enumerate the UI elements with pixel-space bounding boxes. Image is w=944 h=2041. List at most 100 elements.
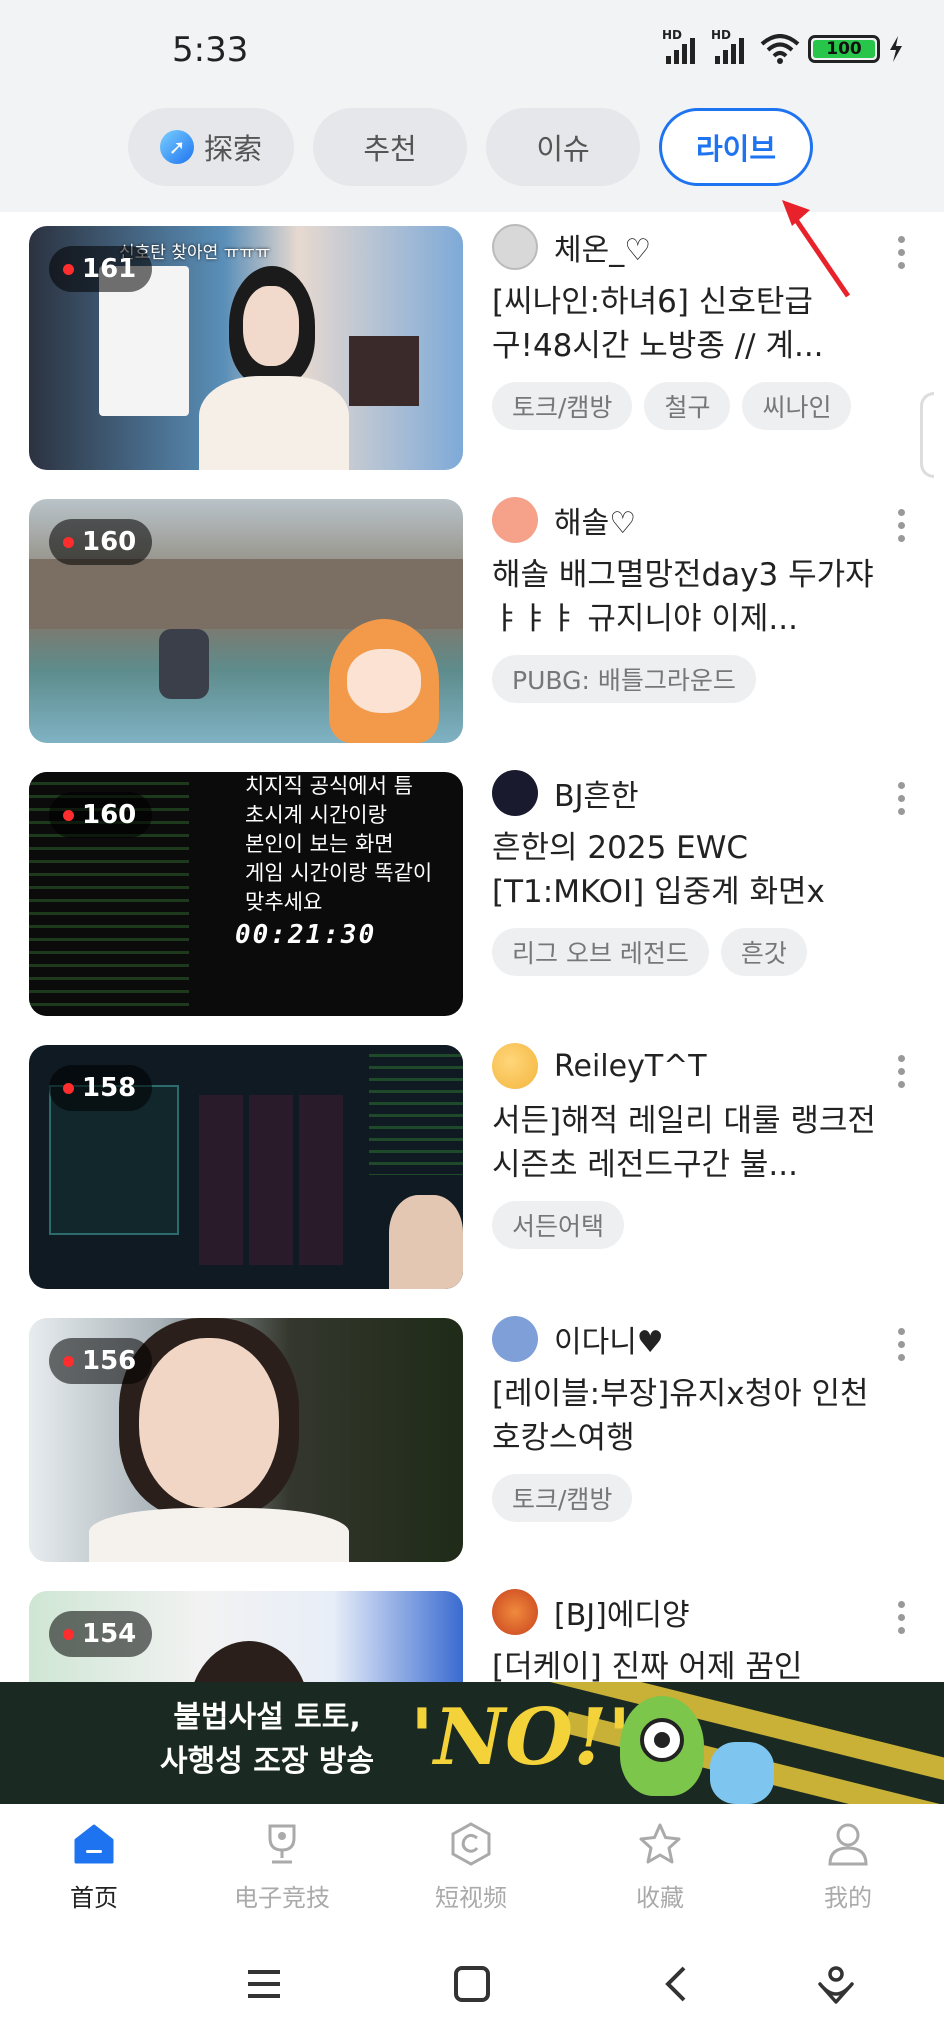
avatar[interactable] xyxy=(492,1589,538,1635)
thumb-overlay-text: 치지직 공식에서 틈 초시계 시간이랑 본인이 보는 화면 게임 시간이랑 똑같… xyxy=(245,774,433,914)
stream-title[interactable]: 해솔 배그멸망전day3 두가쟈ㅑㅑㅑ 규지니야 이제... xyxy=(492,553,892,641)
avatar[interactable] xyxy=(492,1316,538,1362)
stream-info: [BJ]에디양 [더케이] 진짜 어제 꿈인 xyxy=(492,1587,912,1682)
tag-list: PUBG: 배틀그라운드 xyxy=(492,655,912,703)
stream-title[interactable]: 흔한의 2025 EWC [T1:MKOI] 입중계 화면x xyxy=(492,826,892,914)
stream-title[interactable]: 서든]해적 레일리 대룰 랭크전 시즌초 레전드구간 불... xyxy=(492,1099,892,1187)
category-tag[interactable]: 토크/캠방 xyxy=(492,382,633,430)
bottom-nav: 首页 电子竞技 短视频 收藏 我的 xyxy=(0,1804,944,1922)
stream-card[interactable]: 치지직 공식에서 틈 초시계 시간이랑 본인이 보는 화면 게임 시간이랑 똑같… xyxy=(0,758,944,1031)
category-tag[interactable]: 토크/캠방 xyxy=(492,1474,633,1522)
live-dot-icon xyxy=(63,809,74,821)
stream-thumbnail[interactable]: 치지직 공식에서 틈 초시계 시간이랑 본인이 보는 화면 게임 시간이랑 똑같… xyxy=(29,772,463,1016)
stream-thumbnail[interactable]: 160 xyxy=(29,499,463,743)
back-icon[interactable] xyxy=(656,1962,700,2006)
tag-list: 서든어택 xyxy=(492,1201,912,1249)
stream-card[interactable]: 160 해솔♡ 해솔 배그멸망전day3 두가쟈ㅑㅑㅑ 규지니야 이제... P… xyxy=(0,485,944,758)
tab-label: 探索 xyxy=(203,132,262,166)
home-square-icon[interactable] xyxy=(450,1962,494,2006)
avatar[interactable] xyxy=(492,1043,538,1089)
tab-label: 라이브 xyxy=(695,132,777,166)
tab-issue[interactable]: 이슈 xyxy=(486,108,640,186)
tab-label: 이슈 xyxy=(536,132,590,166)
category-tag[interactable]: 서든어택 xyxy=(492,1201,625,1249)
charging-icon xyxy=(890,36,902,62)
nav-esports[interactable]: 电子竞技 xyxy=(222,1820,342,1913)
live-dot-icon xyxy=(63,263,74,275)
viewer-count-badge: 160 xyxy=(49,519,153,565)
tab-explore[interactable]: ➚ 探索 xyxy=(128,108,294,186)
category-tag[interactable]: 흔갓 xyxy=(720,928,807,976)
stream-thumbnail[interactable]: 156 xyxy=(29,1318,463,1562)
stream-card[interactable]: 154 [BJ]에디양 [더케이] 진짜 어제 꿈인 xyxy=(0,1577,944,1682)
live-stream-feed[interactable]: 신호탄 찾아연 ㅠㅠㅠ 161 체온_♡ [씨나인:하녀6] 신호탄급구!48시… xyxy=(0,212,944,1682)
avatar[interactable] xyxy=(492,497,538,543)
assistant-icon[interactable] xyxy=(814,1962,858,2006)
tab-recommend[interactable]: 추천 xyxy=(313,108,467,186)
category-tag[interactable]: 철구 xyxy=(644,382,731,430)
viewer-count-badge: 161 xyxy=(49,246,153,292)
tab-label: 추천 xyxy=(363,132,417,166)
stream-title[interactable]: [씨나인:하녀6] 신호탄급구!48시간 노방종 // 계... xyxy=(492,280,892,368)
ad-banner[interactable]: 불법사설 토토, 사행성 조장 방송 'NO!' xyxy=(0,1682,944,1804)
streamer-name[interactable]: [BJ]에디양 xyxy=(554,1590,690,1634)
nav-short-video[interactable]: 短视频 xyxy=(411,1820,531,1913)
streamer-name[interactable]: ReileyT^T xyxy=(554,1049,707,1084)
live-dot-icon xyxy=(63,1082,74,1094)
stream-title[interactable]: [더케이] 진짜 어제 꿈인 xyxy=(492,1645,892,1682)
stream-card[interactable]: 158 ReileyT^T 서든]해적 레일리 대룰 랭크전 시즌초 레전드구간… xyxy=(0,1031,944,1304)
nav-profile[interactable]: 我的 xyxy=(788,1820,908,1913)
tab-live[interactable]: 라이브 xyxy=(659,108,813,186)
top-tab-bar: ➚ 探索 추천 이슈 라이브 xyxy=(0,100,944,212)
more-options-icon[interactable] xyxy=(898,236,906,275)
more-options-icon[interactable] xyxy=(898,509,906,548)
avatar[interactable] xyxy=(492,770,538,816)
nav-home[interactable]: 首页 xyxy=(34,1820,154,1913)
stream-thumbnail[interactable]: 154 xyxy=(29,1591,463,1682)
short-video-icon xyxy=(451,1822,491,1866)
viewer-count-badge: 158 xyxy=(49,1065,153,1111)
streamer-name[interactable]: 체온_♡ xyxy=(554,225,651,269)
stream-thumbnail[interactable]: 158 xyxy=(29,1045,463,1289)
compass-icon: ➚ xyxy=(159,130,194,164)
more-options-icon[interactable] xyxy=(898,1328,906,1367)
tag-list: 토크/캠방 철구 씨나인 xyxy=(492,382,912,430)
banner-slogan: 'NO!' xyxy=(410,1692,632,1783)
streamer-name[interactable]: 이다니♥ xyxy=(554,1317,664,1361)
nav-favorites[interactable]: 收藏 xyxy=(600,1820,720,1913)
signal-icon-2: HD xyxy=(711,28,744,64)
wifi-icon xyxy=(760,34,800,64)
category-tag[interactable]: 리그 오브 레전드 xyxy=(492,928,709,976)
category-tag[interactable]: PUBG: 배틀그라운드 xyxy=(492,655,756,703)
mascot-icon xyxy=(620,1696,704,1796)
tag-list: 리그 오브 레전드 흔갓 xyxy=(492,928,912,976)
live-dot-icon xyxy=(63,536,74,548)
more-options-icon[interactable] xyxy=(898,1055,906,1094)
viewer-count-badge: 160 xyxy=(49,792,153,838)
stream-info: 해솔♡ 해솔 배그멸망전day3 두가쟈ㅑㅑㅑ 규지니야 이제... PUBG:… xyxy=(492,495,912,703)
stream-card[interactable]: 156 이다니♥ [레이블:부장]유지x청아 인천 호캉스여행 토크/캠방 xyxy=(0,1304,944,1577)
stream-card[interactable]: 신호탄 찾아연 ㅠㅠㅠ 161 체온_♡ [씨나인:하녀6] 신호탄급구!48시… xyxy=(0,212,944,485)
system-nav-bar xyxy=(0,1922,944,2041)
streamer-name[interactable]: BJ흔한 xyxy=(554,771,639,815)
stream-info: BJ흔한 흔한의 2025 EWC [T1:MKOI] 입중계 화면x 리그 오… xyxy=(492,768,912,976)
stream-thumbnail[interactable]: 신호탄 찾아연 ㅠㅠㅠ 161 xyxy=(29,226,463,470)
category-tag[interactable]: 씨나인 xyxy=(742,382,852,430)
streamer-name[interactable]: 해솔♡ xyxy=(554,498,636,542)
cat-mascot-icon xyxy=(710,1742,774,1804)
more-options-icon[interactable] xyxy=(898,1601,906,1640)
stream-info: 체온_♡ [씨나인:하녀6] 신호탄급구!48시간 노방종 // 계... 토크… xyxy=(492,222,912,430)
viewer-count-badge: 156 xyxy=(49,1338,153,1384)
scroll-indicator[interactable] xyxy=(920,392,934,478)
viewer-count-badge: 154 xyxy=(49,1611,153,1657)
more-options-icon[interactable] xyxy=(898,782,906,821)
profile-icon xyxy=(828,1823,868,1866)
home-icon xyxy=(74,1824,114,1864)
signal-icon: HD xyxy=(662,28,695,64)
stream-title[interactable]: [레이블:부장]유지x청아 인천 호캉스여행 xyxy=(492,1372,892,1460)
menu-icon[interactable] xyxy=(242,1962,286,2006)
star-icon xyxy=(639,1823,681,1864)
status-bar: 5:33 HD HD 100 xyxy=(0,0,944,100)
avatar[interactable] xyxy=(492,224,538,270)
trophy-icon xyxy=(268,1824,296,1864)
